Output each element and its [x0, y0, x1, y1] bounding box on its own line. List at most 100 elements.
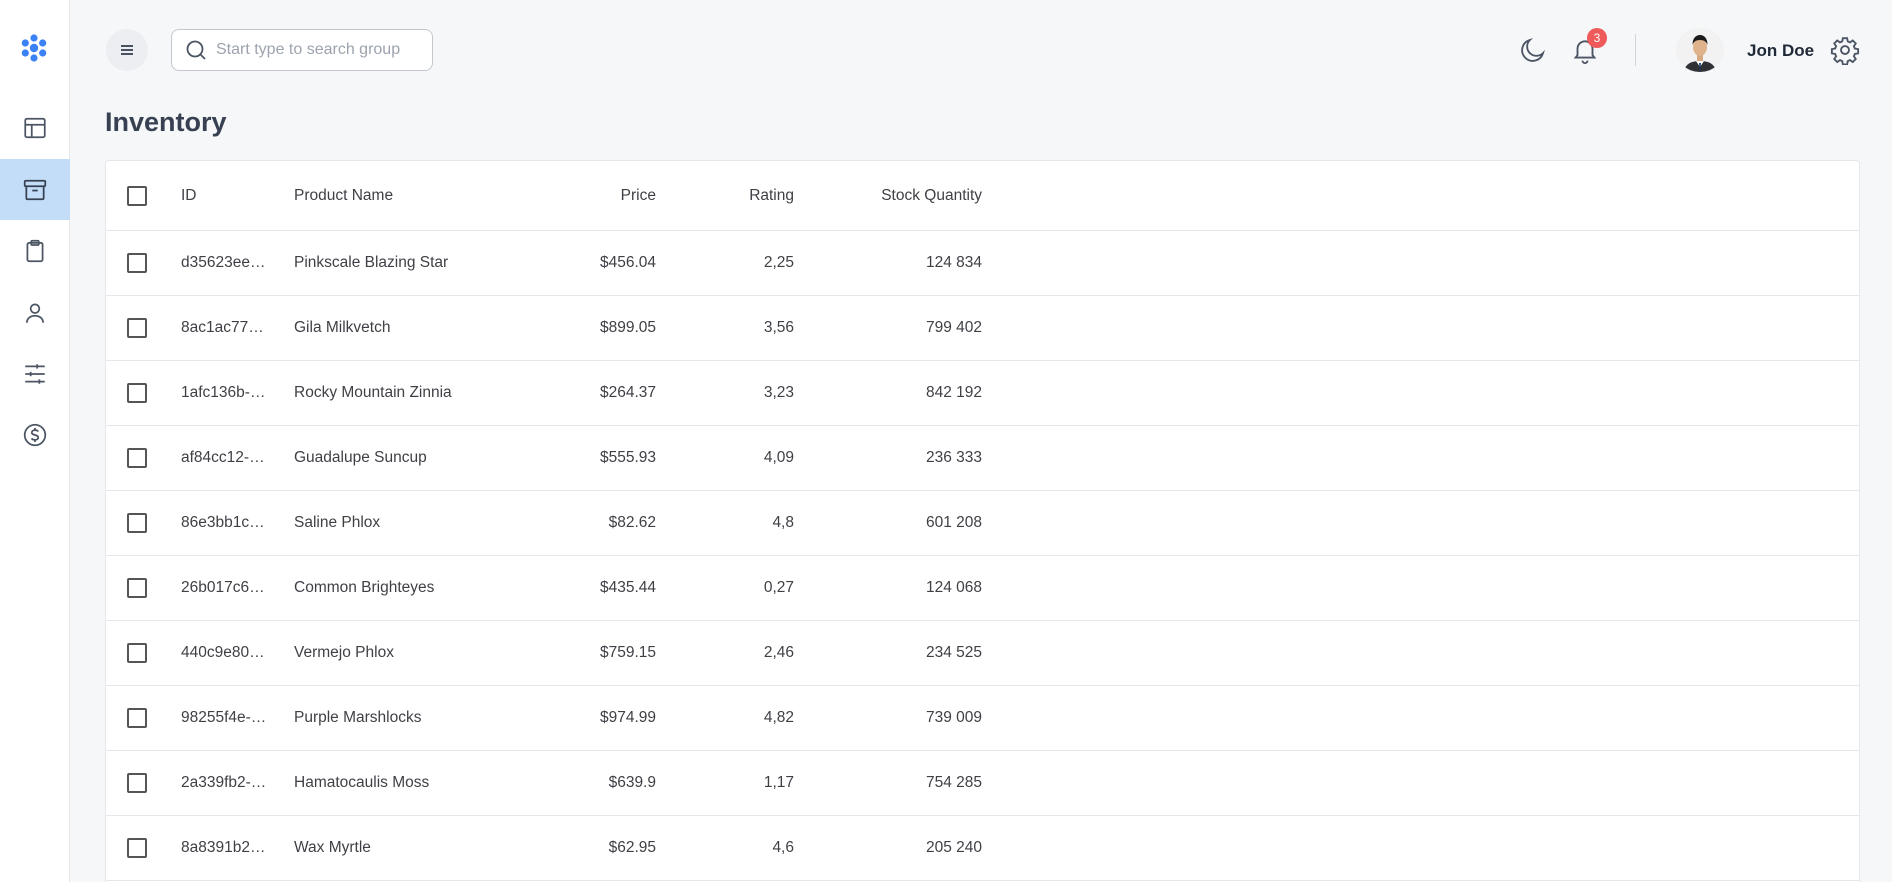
- cell-stock-quantity: 739 009: [925, 709, 982, 726]
- table-row[interactable]: 98255f4e-… Purple Marshlocks $974.99 4,8…: [106, 686, 1859, 751]
- sidebar-item-inventory[interactable]: [0, 159, 70, 220]
- dashboard-icon: [24, 117, 46, 138]
- cell-stock-quantity: 754 285: [925, 774, 982, 791]
- hamburger-icon: [121, 45, 133, 55]
- table-row[interactable]: 8a8391b2… Wax Myrtle $62.95 4,6 205 240: [106, 816, 1859, 881]
- cell-price: $974.99: [599, 709, 656, 726]
- row-checkbox[interactable]: [127, 513, 147, 533]
- table-row[interactable]: af84cc12-… Guadalupe Suncup $555.93 4,09…: [106, 426, 1859, 491]
- cell-rating: 3,56: [763, 319, 794, 336]
- cell-product-name: Guadalupe Suncup: [294, 449, 427, 466]
- menu-button[interactable]: [106, 29, 148, 71]
- cell-rating: 3,23: [763, 384, 794, 401]
- column-header-product-name[interactable]: Product Name: [294, 161, 504, 230]
- table-row[interactable]: 8ac1ac77… Gila Milkvetch $899.05 3,56 79…: [106, 296, 1859, 361]
- table-row[interactable]: 26b017c6… Common Brighteyes $435.44 0,27…: [106, 556, 1859, 621]
- cell-rating: 2,46: [763, 644, 794, 661]
- cell-id: 98255f4e-…: [181, 709, 267, 726]
- cell-price: $82.62: [608, 514, 656, 531]
- user-icon: [26, 302, 44, 323]
- cell-product-name: Gila Milkvetch: [294, 319, 391, 336]
- search-box: [171, 29, 433, 71]
- cell-product-name: Wax Myrtle: [294, 839, 371, 856]
- table-header: ID Product Name Price Rating Stock Quant…: [106, 161, 1859, 231]
- cell-id: 26b017c6…: [181, 579, 265, 596]
- row-checkbox[interactable]: [127, 838, 147, 858]
- cell-stock-quantity: 842 192: [925, 384, 982, 401]
- sidebar-item-users[interactable]: [0, 282, 70, 343]
- dollar-icon: [23, 423, 47, 446]
- cell-price: $639.9: [608, 774, 656, 791]
- cell-id: 1afc136b-…: [181, 384, 266, 401]
- sidebar-item-billing[interactable]: [0, 404, 70, 465]
- row-checkbox[interactable]: [127, 253, 147, 273]
- row-checkbox[interactable]: [127, 383, 147, 403]
- cell-rating: 2,25: [763, 254, 794, 271]
- sidebar-item-settings[interactable]: [0, 343, 70, 404]
- row-checkbox[interactable]: [127, 643, 147, 663]
- cell-product-name: Saline Phlox: [294, 514, 381, 531]
- cell-price: $264.37: [599, 384, 656, 401]
- logo-icon[interactable]: [18, 32, 50, 64]
- cell-stock-quantity: 234 525: [925, 644, 982, 661]
- clipboard-icon: [26, 239, 44, 262]
- row-checkbox[interactable]: [127, 318, 147, 338]
- cell-id: 440c9e80…: [181, 644, 265, 661]
- table-row[interactable]: 86e3bb1c… Saline Phlox $82.62 4,8 601 20…: [106, 491, 1859, 556]
- cell-rating: 4,82: [763, 709, 794, 726]
- cell-product-name: Hamatocaulis Moss: [294, 774, 430, 791]
- cell-id: 8ac1ac77…: [181, 319, 264, 336]
- sliders-icon: [25, 363, 45, 384]
- table-row[interactable]: 2a339fb2-… Hamatocaulis Moss $639.9 1,17…: [106, 751, 1859, 816]
- cell-id: 8a8391b2…: [181, 839, 266, 856]
- archive-icon: [23, 179, 47, 200]
- cell-rating: 0,27: [763, 579, 794, 596]
- cell-rating: 1,17: [763, 774, 794, 791]
- cell-product-name: Common Brighteyes: [294, 579, 435, 596]
- select-all-checkbox[interactable]: [127, 185, 147, 206]
- dark-mode-toggle[interactable]: [1515, 32, 1551, 68]
- avatar[interactable]: [1676, 28, 1724, 72]
- row-checkbox[interactable]: [127, 773, 147, 793]
- column-header-rating[interactable]: Rating: [686, 161, 794, 230]
- cell-product-name: Pinkscale Blazing Star: [294, 254, 449, 271]
- row-checkbox[interactable]: [127, 708, 147, 728]
- cell-stock-quantity: 124 834: [925, 254, 982, 271]
- cell-rating: 4,8: [772, 514, 794, 531]
- cell-price: $759.15: [599, 644, 656, 661]
- row-checkbox[interactable]: [127, 578, 147, 598]
- table-row[interactable]: 440c9e80… Vermejo Phlox $759.15 2,46 234…: [106, 621, 1859, 686]
- cell-id: d35623ee…: [181, 254, 266, 271]
- page-title: Inventory: [105, 107, 227, 137]
- sidebar-item-orders[interactable]: [0, 220, 70, 281]
- gear-icon: [1830, 37, 1860, 65]
- column-header-id[interactable]: ID: [181, 161, 267, 230]
- cell-stock-quantity: 236 333: [925, 449, 982, 466]
- cell-stock-quantity: 601 208: [925, 514, 982, 531]
- moon-icon: [1521, 38, 1545, 62]
- cell-rating: 4,6: [772, 839, 794, 856]
- inventory-table: ID Product Name Price Rating Stock Quant…: [105, 160, 1860, 882]
- search-input[interactable]: [216, 41, 401, 59]
- user-name[interactable]: Jon Doe: [1747, 41, 1814, 61]
- cell-price: $899.05: [599, 319, 656, 336]
- column-header-price[interactable]: Price: [526, 161, 656, 230]
- cell-id: af84cc12-…: [181, 449, 265, 466]
- divider: [1635, 34, 1636, 66]
- row-checkbox[interactable]: [127, 448, 147, 468]
- cell-price: $62.95: [608, 839, 656, 856]
- table-row[interactable]: 1afc136b-… Rocky Mountain Zinnia $264.37…: [106, 361, 1859, 426]
- table-row[interactable]: d35623ee… Pinkscale Blazing Star $456.04…: [106, 231, 1859, 296]
- sidebar-item-dashboard[interactable]: [0, 97, 70, 158]
- cell-rating: 4,09: [763, 449, 794, 466]
- cell-product-name: Vermejo Phlox: [294, 644, 394, 661]
- cell-price: $456.04: [599, 254, 656, 271]
- column-header-stock-quantity[interactable]: Stock Quantity: [826, 161, 982, 230]
- sidebar: [0, 0, 70, 882]
- cell-price: $555.93: [599, 449, 656, 466]
- cell-stock-quantity: 205 240: [925, 839, 982, 856]
- cell-id: 2a339fb2-…: [181, 774, 267, 791]
- cell-id: 86e3bb1c…: [181, 514, 265, 531]
- notification-badge: 3: [1587, 28, 1607, 48]
- settings-button[interactable]: [1827, 32, 1863, 68]
